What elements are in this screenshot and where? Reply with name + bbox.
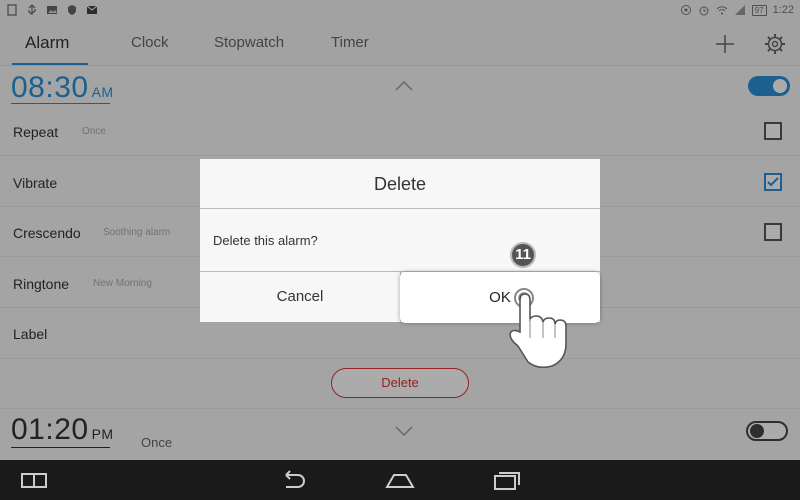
back-icon[interactable] xyxy=(278,469,308,491)
dialog-message: Delete this alarm? xyxy=(213,233,318,248)
split-screen-icon[interactable] xyxy=(19,469,49,491)
home-icon[interactable] xyxy=(385,469,415,491)
recent-apps-icon[interactable] xyxy=(492,469,522,491)
tap-hand-icon xyxy=(509,288,567,369)
cancel-button[interactable]: Cancel xyxy=(200,272,400,322)
step-number-badge: 11 xyxy=(510,242,536,268)
dialog-title: Delete xyxy=(200,159,600,209)
system-nav-bar xyxy=(0,460,800,500)
